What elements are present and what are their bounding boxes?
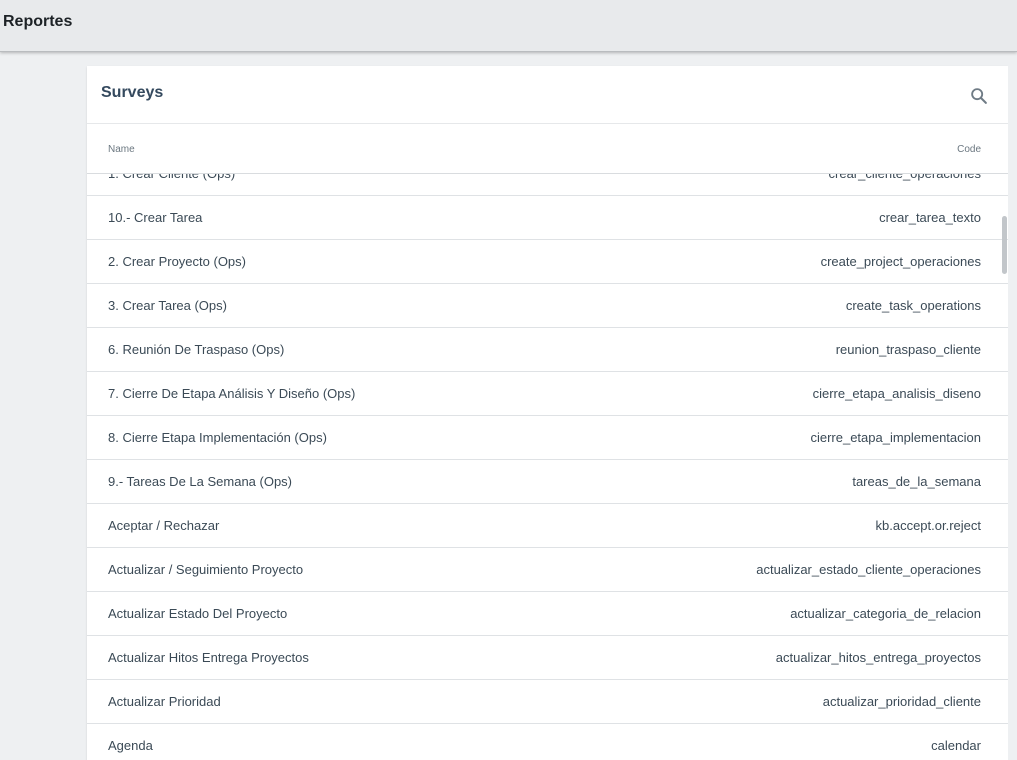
survey-name: 3. Crear Tarea (Ops) [108,298,227,313]
survey-name: 8. Cierre Etapa Implementación (Ops) [108,430,327,445]
survey-code: cierre_etapa_implementacion [810,430,981,445]
survey-code: create_project_operaciones [820,254,981,269]
survey-name: Actualizar / Seguimiento Proyecto [108,562,304,577]
survey-name: 2. Crear Proyecto (Ops) [108,254,246,269]
surveys-card: Surveys Name Code 1. Crear Cliente (Ops)… [87,66,1008,760]
app-title: Reportes [3,13,73,30]
survey-name: 6. Reunión De Traspaso (Ops) [108,342,285,357]
table-row[interactable]: Aceptar / Rechazar kb.accept.or.reject [87,504,1008,548]
table-row[interactable]: 1. Crear Cliente (Ops) crear_cliente_oper… [87,174,1008,196]
table-row[interactable]: Actualizar Estado Del Proyecto actualizar… [87,592,1008,636]
survey-name: 10.- Crear Tarea [108,210,203,225]
survey-name: 1. Crear Cliente (Ops) [108,174,235,181]
survey-code: crear_tarea_texto [879,210,981,225]
table-header: Name Code [87,124,1008,174]
survey-code: actualizar_hitos_entrega_proyectos [775,650,981,665]
survey-code: reunion_traspaso_cliente [835,342,981,357]
survey-name: Agenda [108,738,153,753]
table-row[interactable]: 7. Cierre De Etapa Análisis Y Diseño (Op… [87,372,1008,416]
scrollbar-thumb[interactable] [1002,216,1007,274]
card-title: Surveys [101,84,164,101]
survey-code: create_task_operations [845,298,981,313]
survey-code: cierre_etapa_analisis_diseno [812,386,981,401]
survey-code: actualizar_estado_cliente_operaciones [756,562,981,577]
survey-code: actualizar_prioridad_cliente [822,694,981,709]
table-row[interactable]: Actualizar Prioridad actualizar_prioridad… [87,680,1008,724]
survey-list: 1. Crear Cliente (Ops) crear_cliente_oper… [87,174,1008,758]
survey-name: Actualizar Hitos Entrega Proyectos [108,650,309,665]
survey-code: tareas_de_la_semana [852,474,981,489]
survey-code: calendar [931,738,981,753]
table-row[interactable]: 9.- Tareas De La Semana (Ops) tareas_de_l… [87,460,1008,504]
table-row[interactable]: 8. Cierre Etapa Implementación (Ops) cier… [87,416,1008,460]
table-row[interactable]: 10.- Crear Tarea crear_tarea_texto [87,196,1008,240]
survey-name: Actualizar Prioridad [108,694,221,709]
table-row[interactable]: Actualizar / Seguimiento Proyecto actuali… [87,548,1008,592]
page-edge [1008,53,1017,760]
table-row[interactable]: Agenda calendar [87,724,1008,758]
column-header-code[interactable]: Code [957,144,981,155]
table-row[interactable]: 2. Crear Proyecto (Ops) create_project_op… [87,240,1008,284]
search-icon[interactable] [968,85,990,107]
survey-name: Aceptar / Rechazar [108,518,220,533]
survey-code: kb.accept.or.reject [875,518,982,533]
survey-name: 7. Cierre De Etapa Análisis Y Diseño (Op… [108,386,356,401]
survey-code: crear_cliente_operaciones [829,174,981,181]
top-app-bar: Reportes [0,0,1017,52]
table-row[interactable]: Actualizar Hitos Entrega Proyectos actual… [87,636,1008,680]
survey-name: Actualizar Estado Del Proyecto [108,606,288,621]
table-row[interactable]: 6. Reunión De Traspaso (Ops) reunion_tras… [87,328,1008,372]
card-header: Surveys [87,66,1008,124]
survey-code: actualizar_categoria_de_relacion [790,606,981,621]
table-row[interactable]: 3. Crear Tarea (Ops) create_task_operatio… [87,284,1008,328]
column-header-name[interactable]: Name [108,144,135,155]
survey-name: 9.- Tareas De La Semana (Ops) [108,474,293,489]
